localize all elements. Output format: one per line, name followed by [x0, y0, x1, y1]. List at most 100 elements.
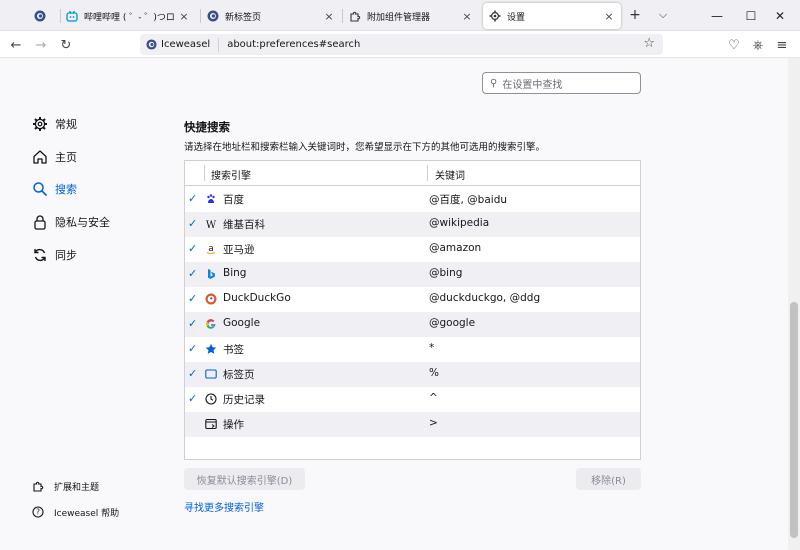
find-more-engines-link[interactable]: 寻找更多搜索引擎 — [184, 499, 264, 514]
remove-button[interactable]: 移除(R) — [576, 468, 641, 490]
svg-text:?: ? — [36, 508, 40, 517]
reload-button[interactable]: ↻ — [56, 35, 76, 55]
column-separator — [427, 165, 428, 181]
column-header-engine[interactable]: 搜索引擎 — [211, 167, 251, 182]
table-row[interactable]: 操作 > — [185, 412, 640, 437]
category-general[interactable]: 常规 — [32, 114, 77, 134]
checkbox-checked[interactable]: ✓ — [188, 392, 200, 406]
checkbox-checked[interactable]: ✓ — [188, 267, 200, 281]
help-link[interactable]: ? Iceweasel 帮助 — [32, 504, 119, 520]
wikipedia-icon: W — [205, 218, 217, 230]
engine-keyword[interactable]: @wikipedia — [429, 217, 489, 229]
bookmark-star-icon[interactable]: ☆ — [643, 36, 655, 51]
tab-settings[interactable]: 设置 × — [483, 3, 621, 29]
menu-icon[interactable]: ≡ — [772, 35, 792, 55]
extensions-icon[interactable]: ⎈ — [748, 35, 768, 55]
url-bar[interactable]: Iceweasel about:preferences#search ☆ — [140, 34, 663, 55]
google-icon — [205, 318, 217, 330]
scrollbar[interactable] — [788, 58, 800, 550]
table-row[interactable]: ✓ W 维基百科 @wikipedia — [185, 212, 640, 237]
engine-keyword[interactable]: @amazon — [429, 242, 481, 254]
category-home[interactable]: 主页 — [32, 147, 77, 167]
amazon-icon: a — [205, 243, 217, 255]
gear-icon — [489, 10, 501, 22]
footer-link-label: Iceweasel 帮助 — [54, 508, 120, 519]
category-search[interactable]: 搜索 — [32, 179, 77, 199]
checkbox-checked[interactable]: ✓ — [188, 317, 200, 331]
checkbox-checked[interactable]: ✓ — [188, 217, 200, 231]
iceweasel-logo-icon — [34, 10, 46, 22]
tab-label: 设置 — [507, 12, 526, 23]
engine-keyword[interactable]: @百度, @baidu — [429, 192, 507, 207]
restore-default-engines-button[interactable]: 恢复默认搜索引擎(D) — [184, 468, 305, 490]
engine-name: 维基百科 — [223, 219, 265, 231]
engine-keyword[interactable]: % — [429, 367, 439, 379]
table-row[interactable]: ✓ DuckDuckGo @duckduckgo, @ddg — [185, 287, 640, 312]
url-text[interactable]: about:preferences#search — [227, 39, 360, 50]
category-label: 主页 — [55, 151, 77, 164]
lock-icon — [32, 214, 48, 230]
back-button[interactable]: ← — [6, 35, 26, 55]
engine-name: Google — [223, 317, 261, 329]
category-label: 隐私与安全 — [55, 216, 110, 229]
category-privacy[interactable]: 隐私与安全 — [32, 212, 110, 232]
tab-new-tab[interactable]: 新标签页 × — [201, 3, 341, 29]
column-separator — [204, 165, 205, 181]
engine-keyword[interactable]: @bing — [429, 267, 462, 279]
engine-keyword[interactable]: @google — [429, 317, 475, 329]
tab-close-icon[interactable]: × — [461, 10, 473, 23]
search-icon: ⚲ — [490, 77, 498, 89]
engine-keyword[interactable]: * — [429, 342, 434, 354]
list-all-tabs-button[interactable]: ⌵ — [654, 6, 672, 24]
bing-icon — [205, 268, 217, 280]
category-label: 搜索 — [55, 183, 77, 196]
engine-name: 亚马逊 — [223, 244, 255, 256]
addons-themes-link[interactable]: 扩展和主题 — [32, 478, 99, 494]
engine-name: 百度 — [223, 194, 244, 206]
close-window-button[interactable]: ✕ — [760, 0, 800, 31]
engine-keyword[interactable]: @duckduckgo, @ddg — [429, 292, 540, 304]
category-sync[interactable]: 同步 — [32, 245, 77, 265]
search-input[interactable]: ⚲ 在设置中查找 — [482, 72, 641, 94]
scrollbar-thumb[interactable] — [790, 302, 798, 538]
table-row[interactable]: ✓ 历史记录 ^ — [185, 387, 640, 412]
table-row[interactable]: ✓ 百度 @百度, @baidu — [185, 187, 640, 212]
tab-label: 附加组件管理器 — [367, 12, 431, 23]
column-header-keyword[interactable]: 关键词 — [435, 167, 465, 182]
checkbox-checked[interactable]: ✓ — [188, 292, 200, 306]
tab-close-icon[interactable]: × — [603, 10, 615, 23]
tab-label: 新标签页 — [225, 12, 262, 23]
engine-name: DuckDuckGo — [223, 292, 291, 304]
pocket-icon[interactable]: ♡ — [724, 35, 744, 55]
search-engine-table[interactable]: 搜索引擎 关键词 ✓ 百度 @百度, @baidu ✓ W 维基百科 @wiki… — [184, 160, 641, 460]
svg-text:W: W — [206, 220, 217, 230]
identity-box[interactable]: Iceweasel — [146, 37, 220, 52]
table-row[interactable]: ✓ Bing @bing — [185, 262, 640, 287]
forward-button[interactable]: → — [31, 35, 51, 55]
checkbox-checked[interactable]: ✓ — [188, 367, 200, 381]
engine-keyword[interactable]: ^ — [429, 392, 438, 404]
svg-text:a: a — [208, 244, 214, 254]
tab-iceweasel[interactable] — [28, 3, 58, 29]
tab-close-icon[interactable]: × — [178, 10, 190, 23]
table-row[interactable]: ✓ Google @google — [185, 312, 640, 337]
table-header: 搜索引擎 关键词 — [185, 161, 640, 186]
checkbox-checked[interactable]: ✓ — [188, 342, 200, 356]
new-tab-button[interactable]: + — [626, 6, 644, 24]
table-row[interactable]: ✓ 标签页 % — [185, 362, 640, 387]
engine-keyword[interactable]: > — [429, 417, 438, 429]
tab-strip: 哔哩哔哩 ( ゜- ゜)つロ 千杯… × 新标签页 × 附加组件管理器 × 设置… — [0, 0, 800, 31]
checkbox-checked[interactable]: ✓ — [188, 192, 200, 206]
tab-addons-manager[interactable]: 附加组件管理器 × — [343, 3, 479, 29]
identity-label: Iceweasel — [161, 39, 211, 50]
table-row[interactable]: ✓ 书签 * — [185, 337, 640, 362]
checkbox-checked[interactable]: ✓ — [188, 242, 200, 256]
category-label: 同步 — [55, 249, 77, 262]
iceweasel-logo-icon — [207, 10, 219, 22]
bilibili-icon — [66, 10, 78, 22]
puzzle-icon — [349, 10, 361, 22]
tab-bilibili[interactable]: 哔哩哔哩 ( ゜- ゜)つロ 千杯… × — [60, 3, 196, 29]
tab-close-icon[interactable]: × — [323, 10, 335, 23]
table-row[interactable]: ✓ a 亚马逊 @amazon — [185, 237, 640, 262]
puzzle-icon — [32, 480, 44, 492]
